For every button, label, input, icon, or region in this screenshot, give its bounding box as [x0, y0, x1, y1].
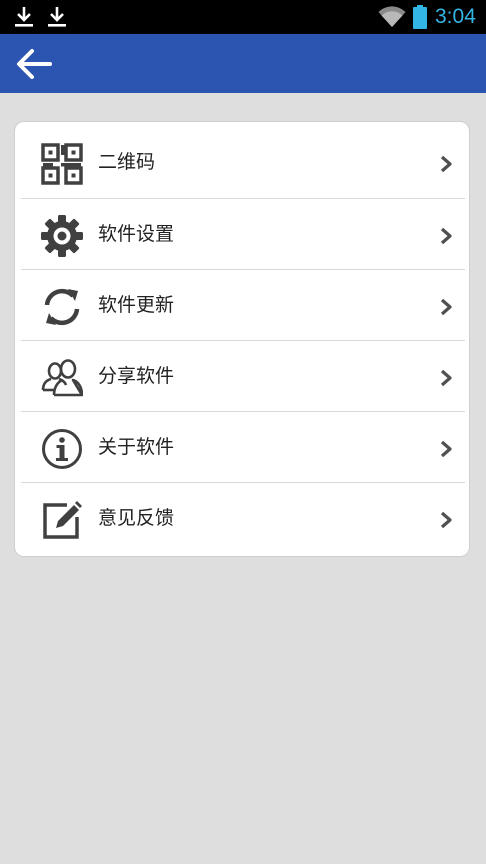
- chevron-right-icon: [440, 440, 452, 458]
- menu-item-label: 二维码: [98, 151, 156, 173]
- menu-item-settings[interactable]: 软件设置: [21, 199, 465, 270]
- menu-item-feedback[interactable]: 意见反馈: [21, 483, 465, 554]
- chevron-right-icon: [440, 155, 452, 173]
- chevron-right-icon: [440, 369, 452, 387]
- wifi-icon: [378, 6, 406, 27]
- refresh-icon: [44, 288, 80, 326]
- download-icon: [15, 7, 33, 27]
- menu-item-label: 意见反馈: [98, 507, 175, 529]
- menu-item-about[interactable]: 关于软件: [21, 412, 465, 483]
- menu-card: 二维码 软件设置 软件更新 分享软件 关于软件 意见反馈: [14, 121, 470, 557]
- menu-item-label: 软件更新: [98, 294, 175, 316]
- menu-item-share[interactable]: 分享软件: [21, 341, 465, 412]
- back-button[interactable]: [10, 44, 58, 84]
- status-bar: 3:04: [0, 0, 486, 34]
- gear-icon: [41, 215, 83, 257]
- chevron-right-icon: [440, 227, 452, 245]
- menu-item-label: 软件设置: [98, 223, 175, 245]
- qr-code-icon: [41, 143, 83, 185]
- users-icon: [41, 359, 83, 397]
- chevron-right-icon: [440, 298, 452, 316]
- battery-icon: [413, 5, 427, 29]
- download-icon: [48, 7, 66, 27]
- edit-icon: [43, 501, 82, 539]
- menu-item-qr-code[interactable]: 二维码: [21, 127, 465, 198]
- menu-item-update[interactable]: 软件更新: [21, 270, 465, 341]
- status-time: 3:04: [435, 5, 476, 28]
- chevron-right-icon: [440, 511, 452, 529]
- menu-item-label: 分享软件: [98, 365, 175, 387]
- info-icon: [42, 429, 82, 469]
- arrow-left-icon: [17, 49, 52, 79]
- action-bar: [0, 34, 486, 93]
- menu-item-label: 关于软件: [98, 436, 175, 458]
